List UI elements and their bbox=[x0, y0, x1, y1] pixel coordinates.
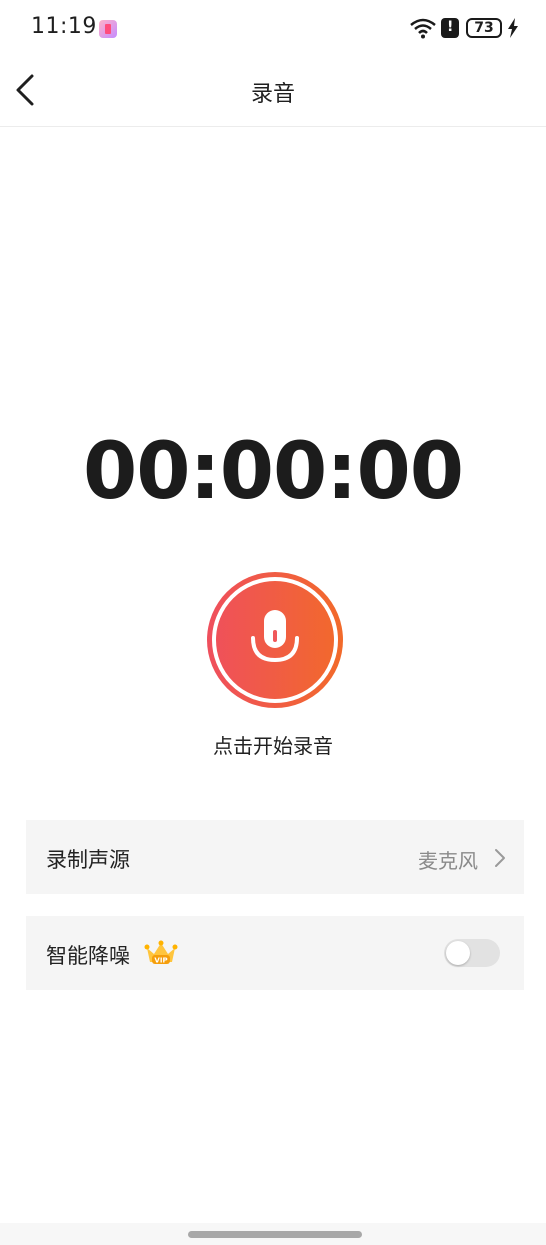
noise-reduction-label: 智能降噪 bbox=[46, 944, 130, 968]
microphone-icon bbox=[251, 610, 299, 663]
toggle-knob bbox=[446, 941, 470, 965]
navigation-bar: 录音 bbox=[0, 56, 546, 127]
vip-badge-text: VIP bbox=[154, 957, 167, 965]
charging-icon bbox=[508, 18, 518, 38]
alert-icon bbox=[441, 18, 459, 38]
recording-source-row[interactable]: 录制声源 麦克风 bbox=[26, 820, 524, 894]
app-notification-icon bbox=[99, 20, 117, 38]
noise-reduction-row: 智能降噪 VIP bbox=[26, 916, 524, 990]
home-indicator[interactable] bbox=[188, 1231, 362, 1238]
record-button[interactable] bbox=[207, 572, 343, 708]
status-bar: 11:19 73 bbox=[0, 0, 546, 56]
vip-crown-icon: VIP bbox=[144, 940, 178, 965]
noise-reduction-toggle[interactable] bbox=[444, 939, 500, 967]
page-title: 录音 bbox=[250, 82, 295, 107]
battery-indicator: 73 bbox=[466, 18, 502, 38]
recording-source-value: 麦克风 bbox=[418, 849, 478, 873]
record-hint: 点击开始录音 bbox=[213, 734, 333, 758]
recording-timer: 00:00:00 bbox=[82, 427, 464, 517]
status-time: 11:19 bbox=[31, 14, 97, 39]
chevron-right-icon bbox=[495, 849, 505, 867]
recording-source-label: 录制声源 bbox=[46, 848, 130, 872]
wifi-icon bbox=[410, 18, 436, 39]
